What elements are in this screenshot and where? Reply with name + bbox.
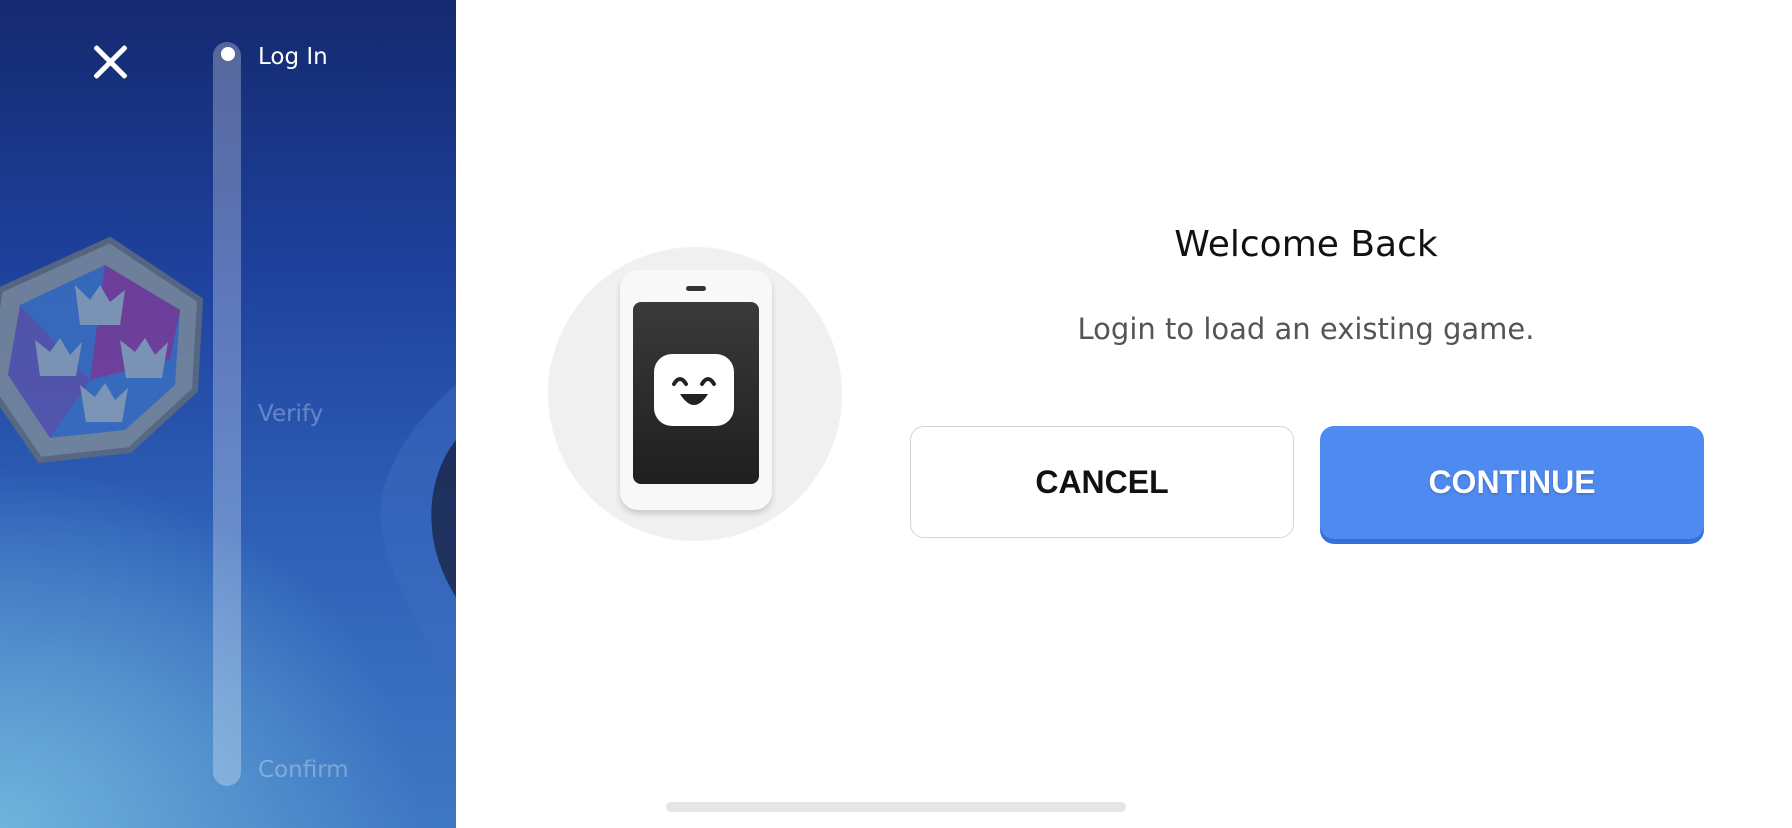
home-indicator: [666, 802, 1126, 812]
character-silhouette: [380, 385, 456, 710]
step-verify: Verify: [258, 401, 324, 427]
continue-button[interactable]: CONTINUE: [1320, 426, 1704, 539]
dialog-subtitle: Login to load an existing game.: [1077, 312, 1535, 346]
progress-track: [213, 42, 241, 786]
progress-sidebar: Log In Verify Confirm: [0, 0, 456, 828]
step-login: Log In: [258, 44, 328, 70]
step-confirm: Confirm: [258, 757, 349, 783]
smiley-face-icon: [654, 354, 734, 426]
dialog-title: Welcome Back: [1174, 224, 1438, 265]
phone-speaker: [686, 286, 706, 291]
progress-indicator: [221, 47, 235, 61]
close-button[interactable]: [88, 40, 132, 84]
crest-icon: [0, 236, 204, 464]
cancel-button[interactable]: CANCEL: [910, 426, 1294, 538]
